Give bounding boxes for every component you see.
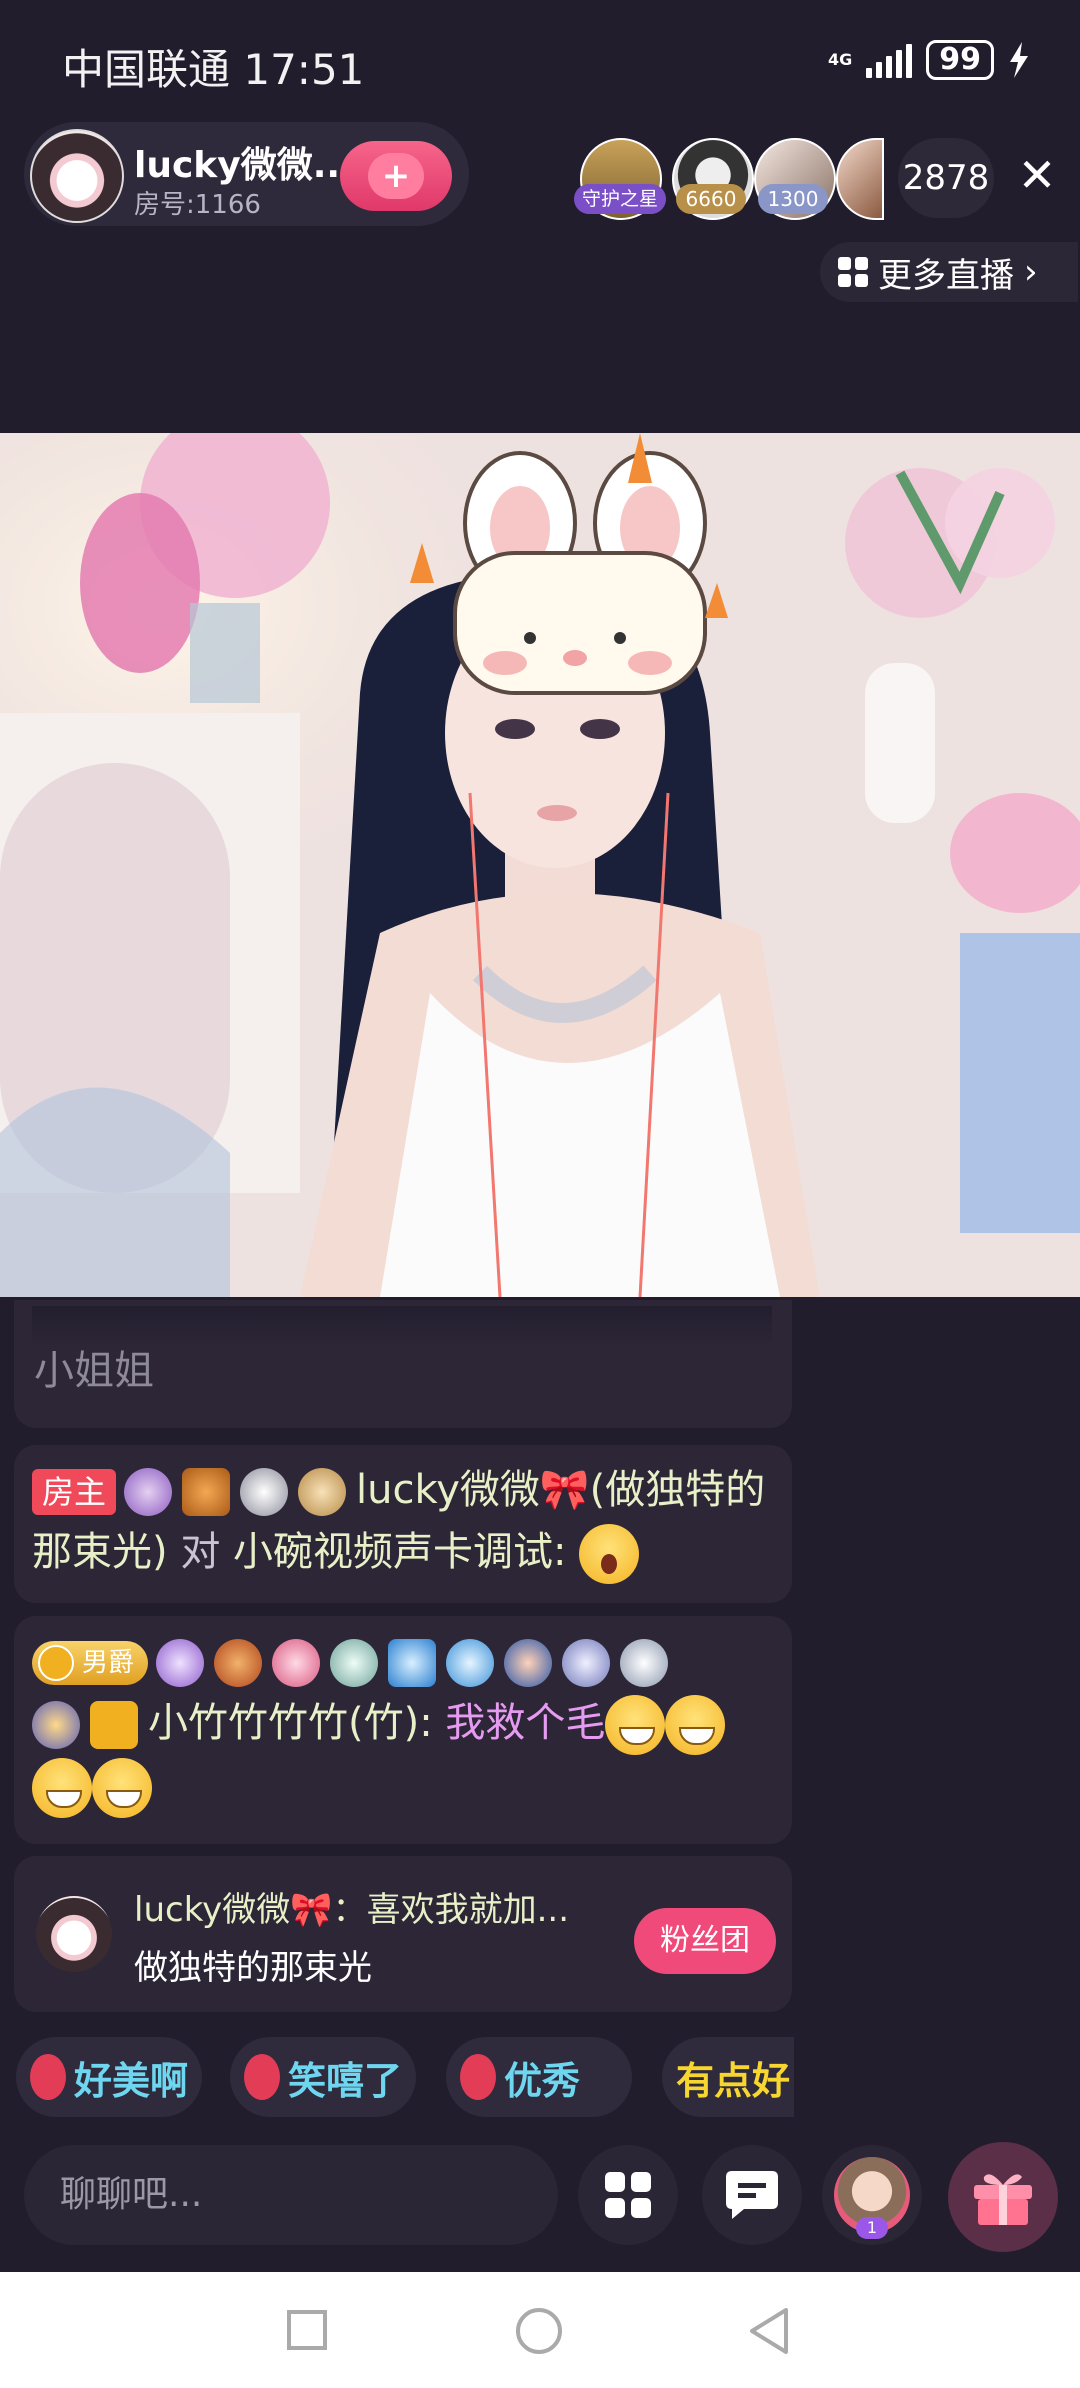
signal-icon xyxy=(866,42,913,78)
surprised-emoji-icon xyxy=(579,1524,640,1584)
quick-reply-button[interactable]: 优秀 xyxy=(446,2037,632,2117)
quick-reply-button[interactable]: 笑嘻了 xyxy=(230,2037,416,2117)
recent-apps-icon[interactable] xyxy=(287,2310,327,2350)
host-avatar[interactable] xyxy=(36,1896,112,1972)
badge-icon xyxy=(32,1701,80,1749)
chat-message-content: 男爵 小竹竹竹竹(竹): 我救个毛 xyxy=(32,1630,792,1818)
badge-icon xyxy=(156,1639,205,1687)
chat-input[interactable]: 聊聊吧... xyxy=(24,2145,558,2245)
carrier-time: 中国联通 17:51 xyxy=(62,45,365,94)
viewer-badge: 1300 xyxy=(758,184,828,214)
rank-icon xyxy=(38,1645,74,1681)
quick-reply-label: 优秀 xyxy=(504,2058,581,2103)
more-live-button[interactable]: 更多直播 › xyxy=(820,242,1078,302)
gift-button[interactable] xyxy=(948,2142,1058,2252)
message-bubble-icon xyxy=(726,2171,778,2219)
chat-message-content: 房主 lucky微微🎀(做独特的那束光) 对 小碗视频声卡调试: xyxy=(32,1459,782,1584)
level-badge-icon xyxy=(182,1468,231,1516)
system-nav-bar xyxy=(0,2272,1080,2388)
host-name: lucky微微... xyxy=(134,145,344,186)
badge-icon xyxy=(446,1639,495,1687)
close-icon[interactable]: ✕ xyxy=(1012,150,1062,200)
status-icons: 4G 99 xyxy=(828,40,1030,80)
mascot-icon xyxy=(244,2054,280,2100)
badge-icon xyxy=(562,1639,611,1687)
sender-name[interactable]: 小竹竹竹竹(竹): xyxy=(148,1700,433,1746)
mascot-icon xyxy=(460,2054,496,2100)
host-tag: 房主 xyxy=(32,1469,117,1515)
badge-icon xyxy=(330,1639,379,1687)
follow-button[interactable]: + xyxy=(340,141,452,211)
rank-label: 男爵 xyxy=(82,1648,135,1678)
promo-subtitle: 做独特的那束光 xyxy=(134,1948,372,1988)
grid-icon xyxy=(605,2172,651,2218)
promo-title: lucky微微🎀：喜欢我就加... xyxy=(134,1890,570,1930)
host-avatar[interactable] xyxy=(30,129,124,223)
status-bar: 中国联通 17:51 4G 99 xyxy=(0,0,1080,120)
grid-icon xyxy=(838,257,868,287)
battery-indicator: 99 xyxy=(926,40,994,80)
target-name[interactable]: 小碗视频声卡调试: xyxy=(233,1529,566,1575)
video-frame xyxy=(0,433,1080,1297)
badge-icon xyxy=(620,1639,669,1687)
chat-message-text: 小姐姐 xyxy=(34,1348,154,1394)
network-type: 4G xyxy=(827,50,853,69)
heart-plus-icon: + xyxy=(368,153,424,199)
mascot-icon xyxy=(30,2054,66,2100)
fan-club-promo-card[interactable]: lucky微微🎀：喜欢我就加... 做独特的那束光 粉丝团 xyxy=(14,1856,792,2012)
home-icon[interactable] xyxy=(516,2308,562,2354)
quick-reply-label: 笑嘻了 xyxy=(288,2058,403,2103)
more-live-label: 更多直播 xyxy=(878,255,1014,296)
avatar-badge: 1 xyxy=(856,2217,888,2239)
back-icon[interactable] xyxy=(746,2306,790,2356)
badge-icon xyxy=(388,1639,437,1687)
grin-emoji-icon xyxy=(32,1758,92,1818)
charging-icon xyxy=(1010,42,1028,78)
badge-icon xyxy=(90,1701,138,1749)
fan-club-button[interactable]: 粉丝团 xyxy=(634,1908,776,1974)
danmaku-button[interactable] xyxy=(702,2145,802,2245)
rank-badge: 男爵 xyxy=(32,1641,149,1685)
grin-emoji-icon xyxy=(605,1695,666,1755)
badge-icon xyxy=(214,1639,263,1687)
connector-text: 对 xyxy=(180,1529,221,1575)
chat-message[interactable]: 小姐姐 xyxy=(14,1300,792,1428)
chat-message[interactable]: 男爵 小竹竹竹竹(竹): 我救个毛 xyxy=(14,1616,792,1844)
user-avatar-button[interactable]: 1 xyxy=(822,2145,922,2245)
grin-emoji-icon xyxy=(92,1758,152,1818)
quick-reply-label: 有点好 xyxy=(676,2058,791,2103)
viewer-badge: 守护之星 xyxy=(574,184,666,214)
gift-icon xyxy=(974,2174,1032,2225)
viewer-count[interactable]: 2878 xyxy=(898,138,994,218)
level-badge-icon xyxy=(298,1468,347,1516)
badge-icon xyxy=(504,1639,553,1687)
chat-message-text: 我救个毛 xyxy=(445,1700,606,1746)
grin-emoji-icon xyxy=(665,1695,726,1755)
viewer-badge: 6660 xyxy=(676,184,746,214)
live-video[interactable] xyxy=(0,433,1080,1297)
badge-icon xyxy=(272,1639,321,1687)
chat-message[interactable]: 房主 lucky微微🎀(做独特的那束光) 对 小碗视频声卡调试: xyxy=(14,1445,792,1603)
viewer-avatar[interactable] xyxy=(836,138,884,220)
quick-reply-button[interactable]: 好美啊 xyxy=(16,2037,202,2117)
user-avatar: 1 xyxy=(834,2157,910,2239)
chevron-right-icon: › xyxy=(1024,252,1038,292)
quick-reply-label: 好美啊 xyxy=(74,2058,189,2103)
level-badge-icon xyxy=(240,1468,289,1516)
room-number: 房号:1166 xyxy=(134,190,261,220)
quick-reply-button[interactable]: 有点好 xyxy=(662,2037,794,2117)
more-features-button[interactable] xyxy=(578,2145,678,2245)
level-badge-icon xyxy=(124,1468,173,1516)
